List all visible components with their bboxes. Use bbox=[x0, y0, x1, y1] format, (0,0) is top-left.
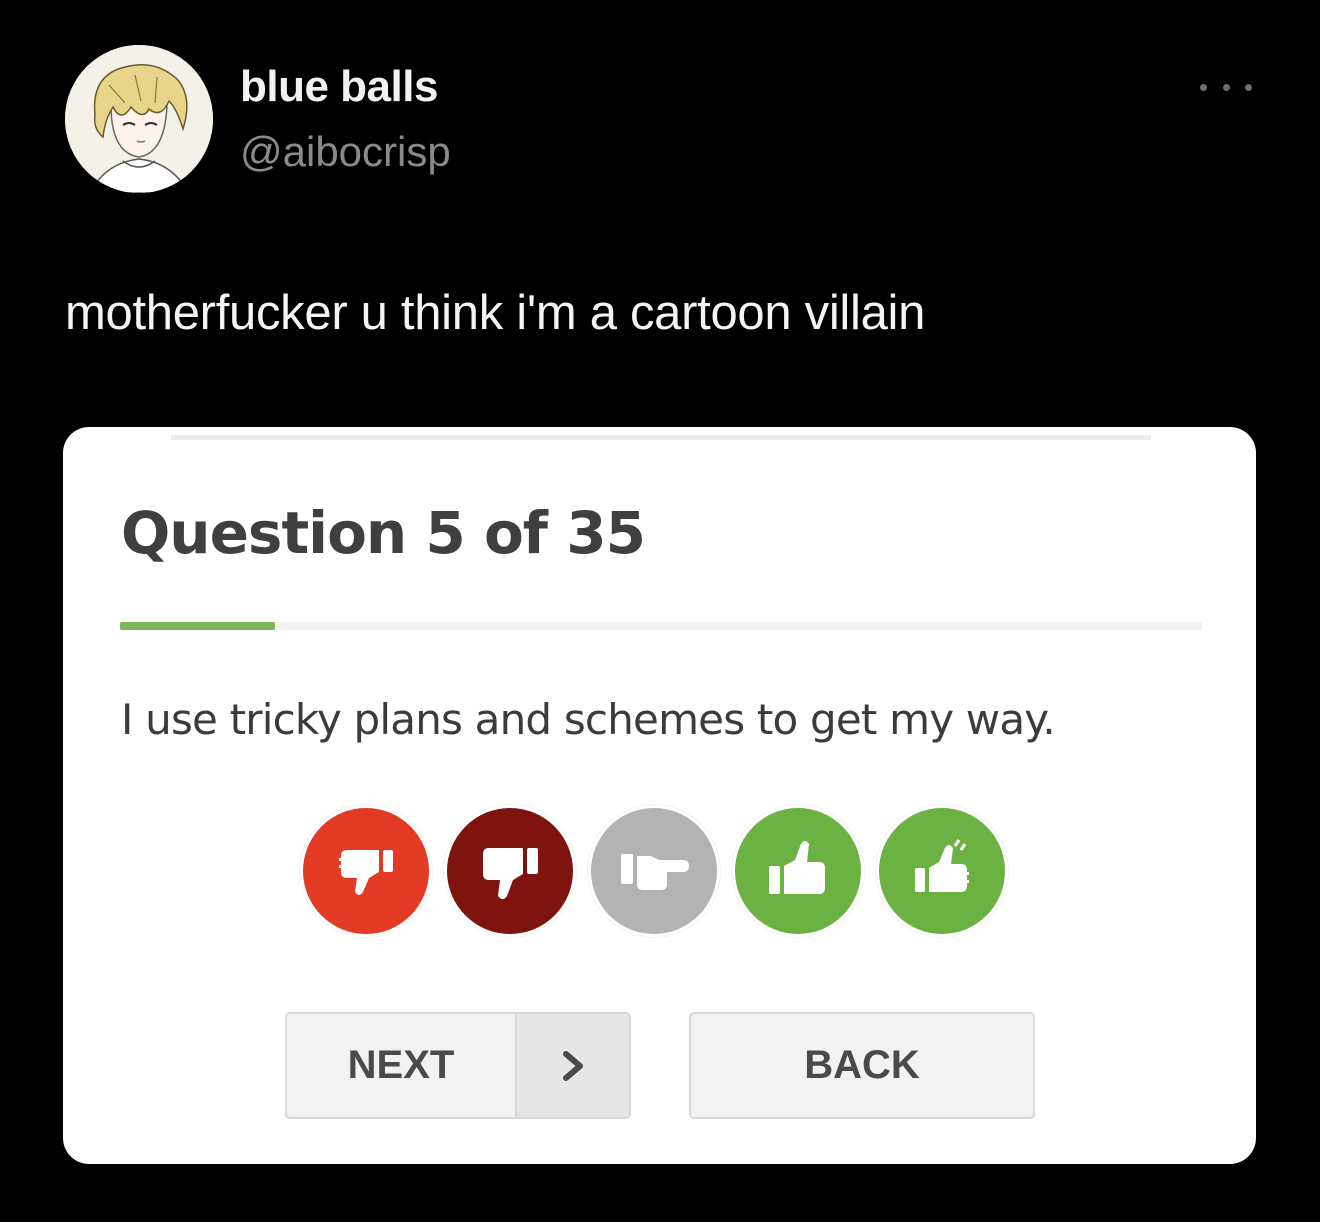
avatar-image bbox=[65, 45, 213, 193]
progress-fill bbox=[120, 622, 275, 630]
more-options-icon[interactable] bbox=[1200, 72, 1252, 102]
post-header: blue balls @aibocrisp bbox=[0, 0, 1320, 220]
double-thumbs-down-icon bbox=[303, 808, 429, 934]
author-handle[interactable]: @aibocrisp bbox=[240, 128, 451, 176]
answer-disagree-button[interactable] bbox=[444, 805, 576, 937]
answer-agree-button[interactable] bbox=[732, 805, 864, 937]
pointing-sideways-icon bbox=[591, 808, 717, 934]
more-dot bbox=[1200, 83, 1207, 91]
question-text: I use tricky plans and schemes to get my… bbox=[121, 695, 1056, 744]
quiz-card-image: Question 5 of 35 I use tricky plans and … bbox=[63, 427, 1256, 1164]
card-top-divider bbox=[171, 435, 1151, 440]
question-counter: Question 5 of 35 bbox=[121, 499, 646, 567]
thumbs-up-icon bbox=[735, 808, 861, 934]
chevron-right-icon bbox=[515, 1014, 629, 1117]
answer-options bbox=[300, 802, 1020, 942]
thumbs-down-icon bbox=[447, 808, 573, 934]
author-display-name[interactable]: blue balls bbox=[240, 62, 438, 112]
next-button[interactable]: NEXT bbox=[285, 1012, 631, 1119]
avatar[interactable] bbox=[65, 45, 213, 193]
more-dot bbox=[1222, 83, 1230, 91]
answer-neutral-button[interactable] bbox=[588, 805, 720, 937]
post-text: motherfucker u think i'm a cartoon villa… bbox=[65, 286, 926, 340]
more-dot bbox=[1245, 83, 1252, 91]
next-button-label: NEXT bbox=[347, 1043, 455, 1087]
answer-strongly-disagree-button[interactable] bbox=[300, 805, 432, 937]
back-button[interactable]: BACK bbox=[689, 1012, 1035, 1119]
answer-strongly-agree-button[interactable] bbox=[876, 805, 1008, 937]
progress-bar bbox=[120, 622, 1202, 630]
double-thumbs-up-icon bbox=[879, 808, 1005, 934]
